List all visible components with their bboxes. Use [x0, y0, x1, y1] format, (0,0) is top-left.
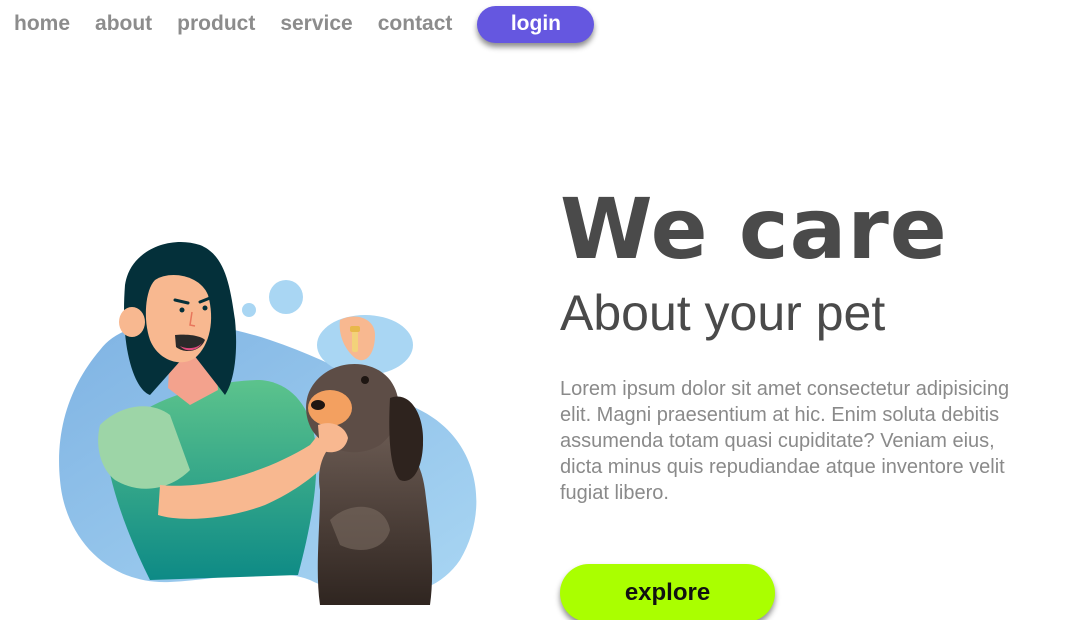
bubble-small [242, 303, 256, 317]
dog-eye [361, 376, 369, 384]
top-nav: home about product service contact login [0, 0, 595, 48]
eye-dropper-icon [352, 330, 358, 352]
dog-nose [311, 400, 325, 410]
nav-link-service[interactable]: service [280, 12, 352, 36]
login-button[interactable]: login [477, 5, 595, 43]
nav-link-contact[interactable]: contact [378, 12, 453, 36]
hero-title: We care [560, 180, 948, 278]
hero-subtitle: About your pet [560, 285, 886, 341]
landing-page: home about product service contact login [0, 0, 1086, 620]
nav-link-about[interactable]: about [95, 12, 152, 36]
woman-ear [119, 307, 145, 337]
nav-link-product[interactable]: product [177, 12, 255, 36]
woman-face [145, 275, 212, 363]
hero-body-text: Lorem ipsum dolor sit amet consectetur a… [560, 378, 1010, 504]
bubble-large [269, 280, 303, 314]
explore-button[interactable]: explore [560, 564, 775, 620]
woman-giving-dog-eye-drops-illustration [59, 241, 477, 605]
nav-link-home[interactable]: home [14, 12, 70, 36]
